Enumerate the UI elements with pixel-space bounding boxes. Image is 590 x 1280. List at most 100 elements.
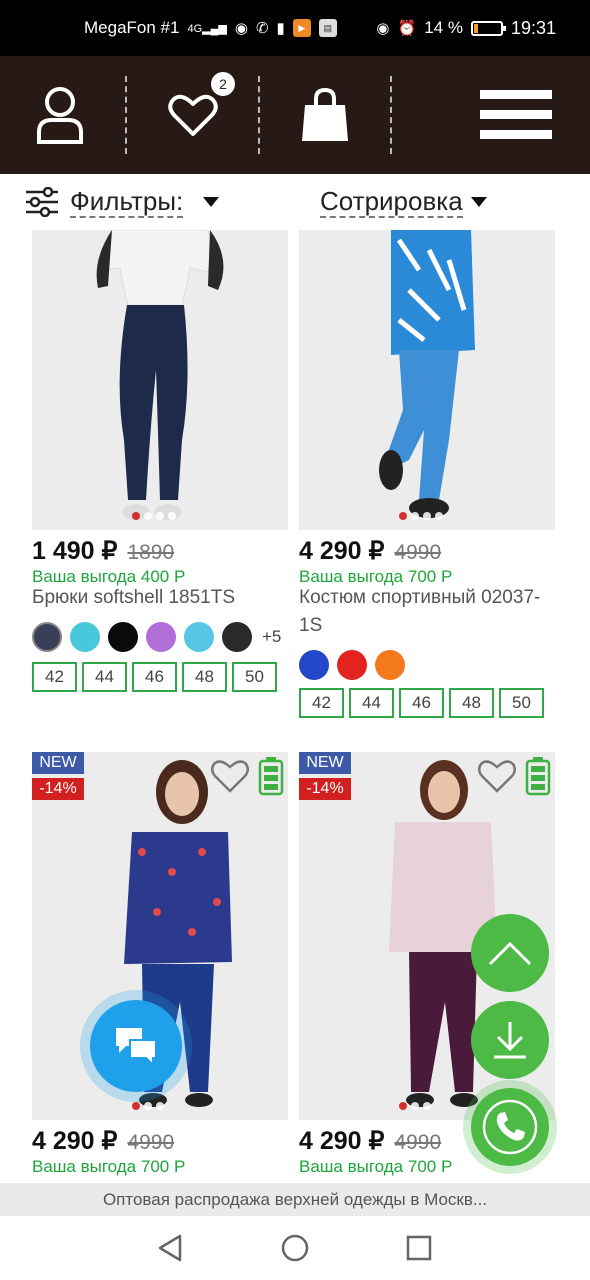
wishlist-count-badge: 2 [211,72,235,96]
size-option[interactable]: 44 [82,662,127,692]
carousel-dot[interactable] [156,1102,164,1110]
recents-button[interactable] [389,1216,449,1280]
page-url-bar[interactable]: Оптовая распродажа верхней одежды в Моск… [0,1183,590,1216]
in-stock-battery-icon [525,757,551,796]
header-divider [390,76,392,154]
product-image-pants [96,230,224,520]
color-swatch[interactable] [108,622,138,652]
back-button[interactable] [140,1216,200,1280]
battery-icon [470,20,506,36]
color-swatches: +5 [32,622,281,652]
call-button[interactable] [471,1088,549,1166]
product-name[interactable]: Костюм спортивный 02037-1S [299,584,555,640]
new-tag: NEW [299,752,351,774]
color-swatch[interactable] [337,650,367,680]
carousel-dot[interactable] [423,1102,431,1110]
carousel-dot[interactable] [132,1102,140,1110]
discount-tag: -14% [32,778,84,800]
color-swatch[interactable] [146,622,176,652]
carousel-dot[interactable] [423,512,431,520]
carousel-dot[interactable] [132,512,140,520]
product-name[interactable]: Брюки softshell 1851TS [32,584,288,612]
status-right: ◉ ⏰ 14 % 19:31 [376,0,556,56]
price-row: 1 490 ₽ 1890 [32,536,174,566]
carousel-dot[interactable] [435,512,443,520]
system-nav-bar [0,1216,590,1280]
chevron-up-icon [488,941,532,966]
carousel-dot[interactable] [168,512,176,520]
benefit-text: Ваша выгода 700 Р [299,1157,453,1176]
product-card[interactable]: NEW -14% 4 290 ₽ 4990 Ваша выгода 700 Р [32,752,288,1183]
size-option[interactable]: 44 [349,688,394,718]
price-row: 4 290 ₽ 4990 [299,1126,441,1156]
product-card[interactable]: 4 290 ₽ 4990 Ваша выгода 700 Р Костюм сп… [299,230,555,720]
clock: 19:31 [510,17,556,38]
size-option[interactable]: 50 [232,662,277,692]
bag-icon [302,87,348,141]
product-image-sport-suit [379,230,475,518]
home-button[interactable] [265,1216,325,1280]
size-option[interactable]: 46 [132,662,177,692]
chat-button[interactable] [90,1000,182,1092]
filter-sort-bar: Фильтры: Сотрировка [0,174,590,230]
discount-tag: -14% [299,778,351,800]
color-swatch[interactable] [222,622,252,652]
benefit-text: Ваша выгода 700 Р [32,1157,186,1176]
account-button[interactable] [18,56,102,174]
carousel-dot[interactable] [411,1102,419,1110]
color-swatch[interactable] [32,622,62,652]
more-colors-count[interactable]: +5 [262,627,281,647]
cart-button[interactable] [282,56,368,174]
size-option[interactable]: 50 [499,688,544,718]
phone-icon [482,1099,538,1155]
product-card[interactable]: 1 490 ₽ 1890 Ваша выгода 400 Р Брюки sof… [32,230,288,710]
sort-button[interactable]: Сотрировка [320,182,487,222]
heart-outline-icon[interactable] [477,758,517,794]
color-swatch[interactable] [70,622,100,652]
hamburger-icon [480,90,552,139]
scroll-top-button[interactable] [471,914,549,992]
download-button[interactable] [471,1001,549,1079]
filter-label: Фильтры: [70,186,184,218]
color-swatch[interactable] [375,650,405,680]
size-option[interactable]: 42 [32,662,77,692]
carousel-dot[interactable] [144,512,152,520]
hotspot-icon: ◉ [234,20,248,37]
heart-outline-icon[interactable] [210,758,250,794]
carousel-dot[interactable] [144,1102,152,1110]
size-option[interactable]: 42 [299,688,344,718]
old-price: 4990 [127,1131,175,1154]
image-carousel-dots [132,1102,164,1110]
image-carousel-dots [399,1102,431,1110]
battery-percent: 14 % [424,18,463,37]
header-divider [258,76,260,154]
download-icon [494,1022,526,1059]
old-price: 1890 [127,541,175,564]
caret-down-icon [203,197,220,207]
back-triangle-icon [158,1234,182,1262]
new-tag: NEW [32,752,84,774]
home-circle-icon [281,1234,309,1262]
color-swatch[interactable] [299,650,329,680]
hms-icon: ▤ [318,19,337,37]
product-photo[interactable] [32,230,288,530]
carousel-dot[interactable] [399,1102,407,1110]
in-stock-battery-icon [258,757,284,796]
carousel-dot[interactable] [411,512,419,520]
color-swatches [299,650,405,680]
product-photo[interactable] [299,230,555,530]
size-option[interactable]: 48 [449,688,494,718]
size-option[interactable]: 46 [399,688,444,718]
filter-button[interactable]: Фильтры: [26,182,220,222]
menu-button[interactable] [470,56,562,174]
carousel-dot[interactable] [399,512,407,520]
old-price: 4990 [394,1131,442,1154]
caret-down-icon [470,197,487,207]
product-price: 1 490 ₽ [32,537,118,565]
size-option[interactable]: 48 [182,662,227,692]
header-divider [125,76,127,154]
carousel-dot[interactable] [156,512,164,520]
price-row: 4 290 ₽ 4990 [299,536,441,566]
color-swatch[interactable] [184,622,214,652]
image-carousel-dots [132,512,176,520]
